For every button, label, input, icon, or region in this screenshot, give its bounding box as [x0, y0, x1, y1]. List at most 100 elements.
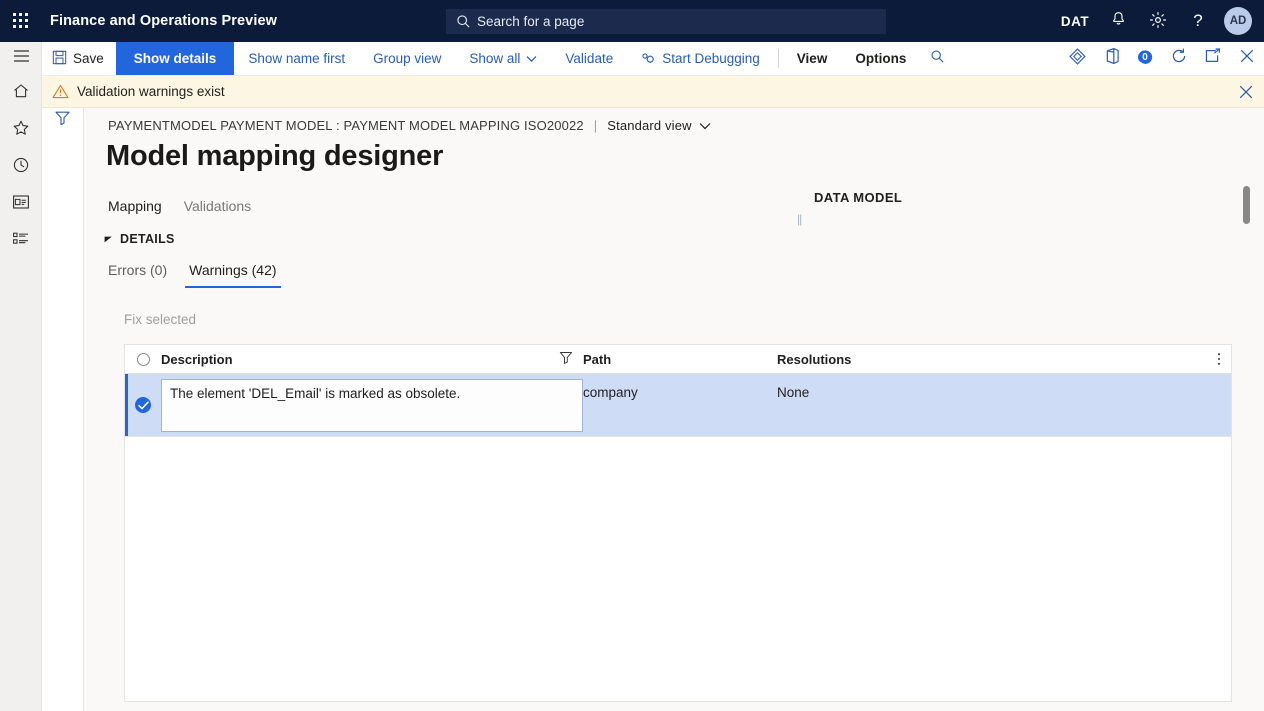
search-icon [930, 49, 945, 69]
command-bar: Save Show details Show name first Group … [42, 42, 1264, 76]
select-all-checkbox[interactable] [137, 353, 150, 366]
select-all-cell [125, 353, 161, 366]
open-in-new-window-icon [1204, 48, 1222, 69]
view-selector[interactable]: Standard view [607, 118, 710, 133]
breadcrumb-path: PAYMENTMODEL PAYMENT MODEL : PAYMENT MOD… [108, 118, 584, 133]
office-app-icon [1103, 47, 1120, 70]
annotation-pin-icon: 0 [1136, 49, 1155, 68]
start-debugging-label: Start Debugging [662, 51, 760, 66]
waffle-icon [13, 13, 29, 29]
tab-warnings[interactable]: Warnings (42) [185, 260, 280, 288]
cell-description: The element 'DEL_Email' is marked as obs… [161, 374, 583, 436]
left-navigation-rail [0, 42, 42, 711]
view-menu-button[interactable]: View [783, 42, 842, 75]
filter-icon [54, 110, 71, 130]
show-all-dropdown[interactable]: Show all [455, 42, 551, 75]
command-bar-spacer [954, 42, 1060, 75]
save-button[interactable]: Save [42, 42, 116, 75]
company-selector[interactable]: DAT [1052, 0, 1098, 42]
search-icon [456, 14, 471, 29]
page-bottom-strip [84, 702, 1264, 711]
settings-button[interactable] [1138, 0, 1178, 42]
cell-resolutions: None [777, 374, 1231, 436]
command-search-button[interactable] [920, 42, 954, 75]
row-checkbox-cell [125, 374, 161, 436]
sidebar-item-recent[interactable] [0, 149, 42, 186]
secondary-rail [42, 42, 84, 711]
refresh-button[interactable] [1162, 42, 1196, 75]
annotations-button[interactable]: 0 [1128, 42, 1162, 75]
close-page-button[interactable] [1230, 42, 1264, 75]
help-button[interactable]: ? [1178, 0, 1218, 42]
breadcrumb-separator: | [594, 118, 598, 133]
row-checkbox[interactable] [135, 397, 151, 413]
validation-message-text: Validation warnings exist [77, 84, 225, 99]
page-title: Model mapping designer [106, 140, 443, 173]
refresh-icon [1170, 47, 1188, 70]
warnings-grid: Description Path Resolutions The element… [124, 344, 1232, 702]
page-tabs: Mapping Validations [108, 198, 251, 214]
column-header-description-label: Description [161, 352, 233, 367]
grid-header-row: Description Path Resolutions [125, 345, 1231, 374]
question-mark-icon: ? [1193, 11, 1202, 31]
show-all-label: Show all [469, 51, 520, 66]
filter-icon[interactable] [559, 351, 573, 367]
bell-icon [1110, 11, 1127, 31]
group-view-button[interactable]: Group view [359, 42, 455, 75]
warning-triangle-icon [52, 84, 69, 99]
home-icon [12, 82, 30, 105]
dismiss-message-button[interactable] [1238, 76, 1254, 108]
open-in-new-window-button[interactable] [1196, 42, 1230, 75]
view-selector-label: Standard view [607, 118, 691, 133]
tab-validations[interactable]: Validations [184, 198, 251, 214]
description-textbox[interactable]: The element 'DEL_Email' is marked as obs… [161, 379, 583, 432]
breadcrumb: PAYMENTMODEL PAYMENT MODEL : PAYMENT MOD… [108, 118, 711, 133]
debug-icon [641, 52, 657, 66]
global-search-input[interactable]: Search for a page [446, 9, 886, 34]
office-app-button[interactable] [1094, 42, 1128, 75]
sidebar-item-workspaces[interactable] [0, 186, 42, 223]
sidebar-item-menu[interactable] [0, 42, 42, 75]
vertical-scrollbar-thumb[interactable] [1243, 186, 1250, 224]
clock-icon [12, 156, 30, 179]
gear-icon [1149, 11, 1167, 32]
tab-mapping[interactable]: Mapping [108, 198, 162, 214]
top-navigation-bar: Finance and Operations Preview Search fo… [0, 0, 1264, 42]
page-content: PAYMENTMODEL PAYMENT MODEL : PAYMENT MOD… [84, 108, 1264, 711]
table-row[interactable]: The element 'DEL_Email' is marked as obs… [125, 374, 1231, 437]
validate-button[interactable]: Validate [551, 42, 627, 75]
global-search-placeholder: Search for a page [477, 14, 584, 29]
notifications-button[interactable] [1098, 0, 1138, 42]
app-launcher-button[interactable] [0, 0, 42, 42]
list-icon [12, 231, 30, 252]
avatar[interactable]: AD [1224, 7, 1252, 35]
details-section-label: DETAILS [120, 232, 175, 246]
save-label: Save [73, 51, 104, 66]
show-details-button[interactable]: Show details [116, 42, 235, 75]
sidebar-item-favorites[interactable] [0, 112, 42, 149]
sidebar-item-home[interactable] [0, 75, 42, 112]
fix-selected-button[interactable]: Fix selected [124, 312, 196, 327]
share-button[interactable] [1060, 42, 1094, 75]
chevron-down-icon [526, 55, 537, 63]
options-menu-button[interactable]: Options [841, 42, 920, 75]
pane-splitter-handle[interactable]: || [797, 212, 801, 226]
column-header-path[interactable]: Path [583, 352, 777, 367]
sidebar-item-modules[interactable] [0, 223, 42, 260]
cell-path: company [583, 374, 777, 436]
chevron-down-icon [699, 118, 711, 133]
column-header-description[interactable]: Description [161, 351, 583, 367]
row-selection-indicator [125, 374, 128, 436]
start-debugging-button[interactable]: Start Debugging [627, 42, 774, 75]
app-title: Finance and Operations Preview [50, 13, 277, 29]
details-section-header[interactable]: DETAILS [104, 232, 175, 246]
filter-pane-button[interactable] [42, 110, 83, 130]
details-tabs: Errors (0) Warnings (42) [104, 260, 281, 288]
grid-empty-area [125, 437, 1231, 701]
tab-errors[interactable]: Errors (0) [104, 260, 171, 288]
show-name-first-button[interactable]: Show name first [234, 42, 359, 75]
column-header-resolutions[interactable]: Resolutions [777, 352, 1207, 367]
validation-message-bar: Validation warnings exist [42, 76, 1264, 108]
grid-options-button[interactable] [1207, 352, 1231, 366]
top-nav-actions: DAT ? AD [1052, 0, 1258, 42]
